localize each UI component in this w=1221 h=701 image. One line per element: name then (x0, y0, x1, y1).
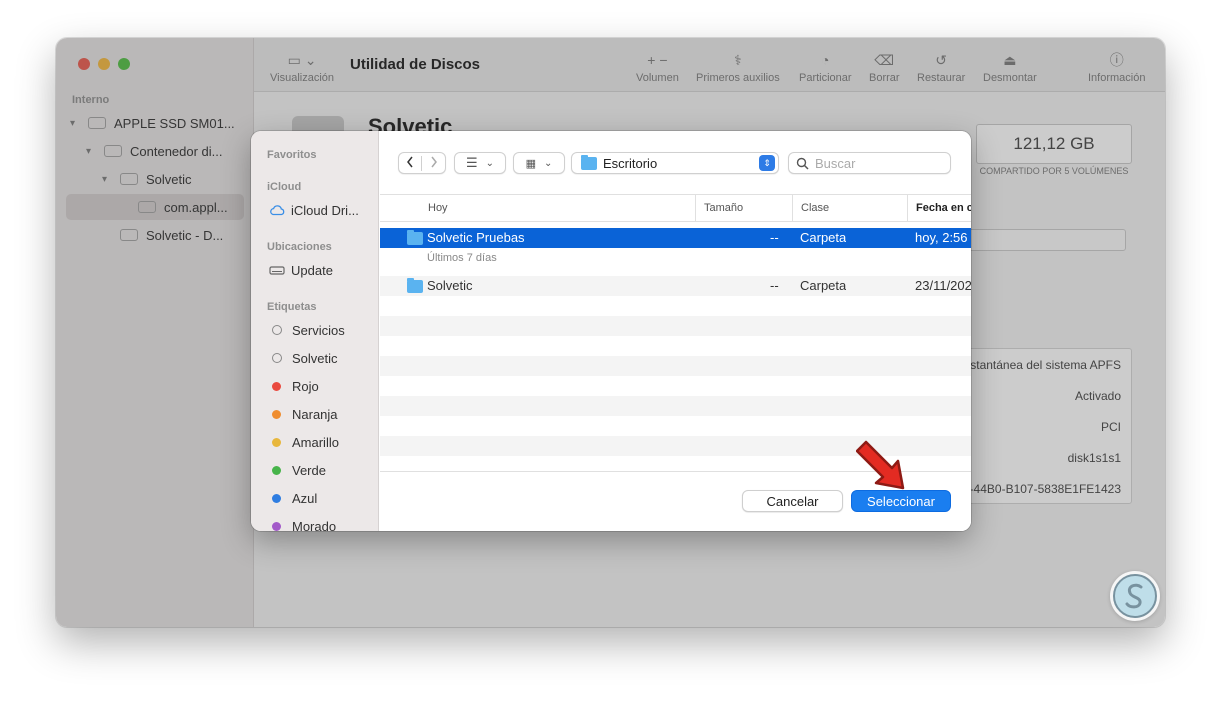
empty-row (380, 356, 971, 376)
cancel-button[interactable]: Cancelar (742, 490, 843, 512)
file-name: Solvetic Pruebas (427, 230, 525, 245)
watermark-logo (1110, 571, 1160, 621)
search-icon (796, 157, 809, 170)
tag-color-icon (272, 465, 281, 475)
tag-label: Morado (292, 518, 337, 532)
file-row-solvetic[interactable]: Solvetic -- Carpeta 23/11/202 (380, 276, 971, 296)
sidebar-item-label: iCloud Dri... (291, 202, 359, 218)
column-header-date[interactable]: Fecha en c (907, 194, 971, 222)
tag-ring-icon (272, 353, 282, 363)
tag-label: Solvetic (292, 350, 338, 366)
list-icon: ☰ (465, 155, 478, 170)
tag-label: Amarillo (292, 434, 339, 450)
dialog-sidebar: Favoritos iCloud iCloud Dri... Ubicacion… (251, 131, 379, 531)
column-header-kind[interactable]: Clase (792, 194, 906, 222)
tag-color-icon (272, 493, 281, 503)
locations-header: Ubicaciones (267, 241, 332, 253)
tag-item[interactable]: Naranja (269, 404, 338, 424)
file-kind: Carpeta (800, 278, 847, 293)
drive-icon (269, 266, 285, 275)
folder-icon (407, 278, 423, 293)
stepper-icon: ⇕ (759, 155, 775, 171)
back-forward-control (398, 152, 446, 174)
tag-item[interactable]: Solvetic (269, 348, 338, 368)
file-name: Solvetic (427, 278, 473, 293)
chevron-down-icon: ⌄ (544, 157, 553, 169)
icloud-header: iCloud (267, 181, 302, 193)
tag-item[interactable]: Rojo (269, 376, 319, 396)
tag-label: Servicios (292, 322, 345, 338)
sidebar-item-icloud-drive[interactable]: iCloud Dri... (269, 200, 359, 220)
empty-row (380, 316, 971, 336)
favorites-header: Favoritos (267, 149, 317, 161)
file-kind: Carpeta (800, 230, 847, 245)
search-field[interactable]: Buscar (788, 152, 951, 174)
tag-color-icon (272, 437, 281, 447)
grid-icon: ▦ (525, 157, 536, 170)
tag-label: Naranja (292, 406, 338, 422)
search-placeholder: Buscar (815, 155, 856, 171)
tag-item[interactable]: Verde (269, 460, 326, 480)
chevron-right-icon (430, 156, 437, 167)
tag-item[interactable]: Morado (269, 516, 336, 531)
sidebar-item-label: Update (291, 262, 333, 278)
file-size: -- (770, 230, 779, 245)
file-row-solvetic-pruebas[interactable]: Solvetic Pruebas -- Carpeta hoy, 2:56 (380, 228, 971, 248)
sidebar-item-update[interactable]: Update (269, 260, 333, 280)
list-view-button[interactable]: ☰ ⌄ (454, 152, 506, 174)
group-label: Últimos 7 días (427, 252, 497, 264)
tag-color-icon (272, 381, 281, 391)
back-button[interactable] (399, 155, 422, 171)
folder-icon (407, 230, 423, 245)
tag-color-icon (272, 409, 281, 419)
watermark-s-icon (1113, 574, 1157, 618)
folder-icon (581, 154, 597, 170)
chevron-down-icon: ⌄ (485, 157, 495, 169)
file-date: 23/11/202 (915, 278, 971, 293)
tags-header: Etiquetas (267, 301, 317, 313)
cloud-icon (270, 205, 285, 216)
tag-ring-icon (272, 325, 282, 335)
tag-label: Rojo (292, 378, 319, 394)
location-popup[interactable]: Escritorio ⇕ (571, 152, 779, 174)
tag-item[interactable]: Servicios (269, 320, 345, 340)
tag-label: Verde (292, 462, 326, 478)
tag-item[interactable]: Azul (269, 488, 317, 508)
file-size: -- (770, 278, 779, 293)
empty-row (380, 396, 971, 416)
column-header-size[interactable]: Tamaño (695, 194, 791, 222)
chevron-left-icon (407, 156, 413, 167)
file-date: hoy, 2:56 (915, 230, 968, 245)
location-label: Escritorio (603, 155, 658, 171)
tag-label: Azul (292, 490, 318, 506)
tag-color-icon (272, 521, 281, 531)
group-view-button[interactable]: ▦ ⌄ (513, 152, 565, 174)
column-header-name[interactable]: Hoy (420, 194, 690, 222)
tag-item[interactable]: Amarillo (269, 432, 339, 452)
red-arrow-icon (856, 440, 905, 490)
forward-button[interactable] (422, 156, 445, 171)
